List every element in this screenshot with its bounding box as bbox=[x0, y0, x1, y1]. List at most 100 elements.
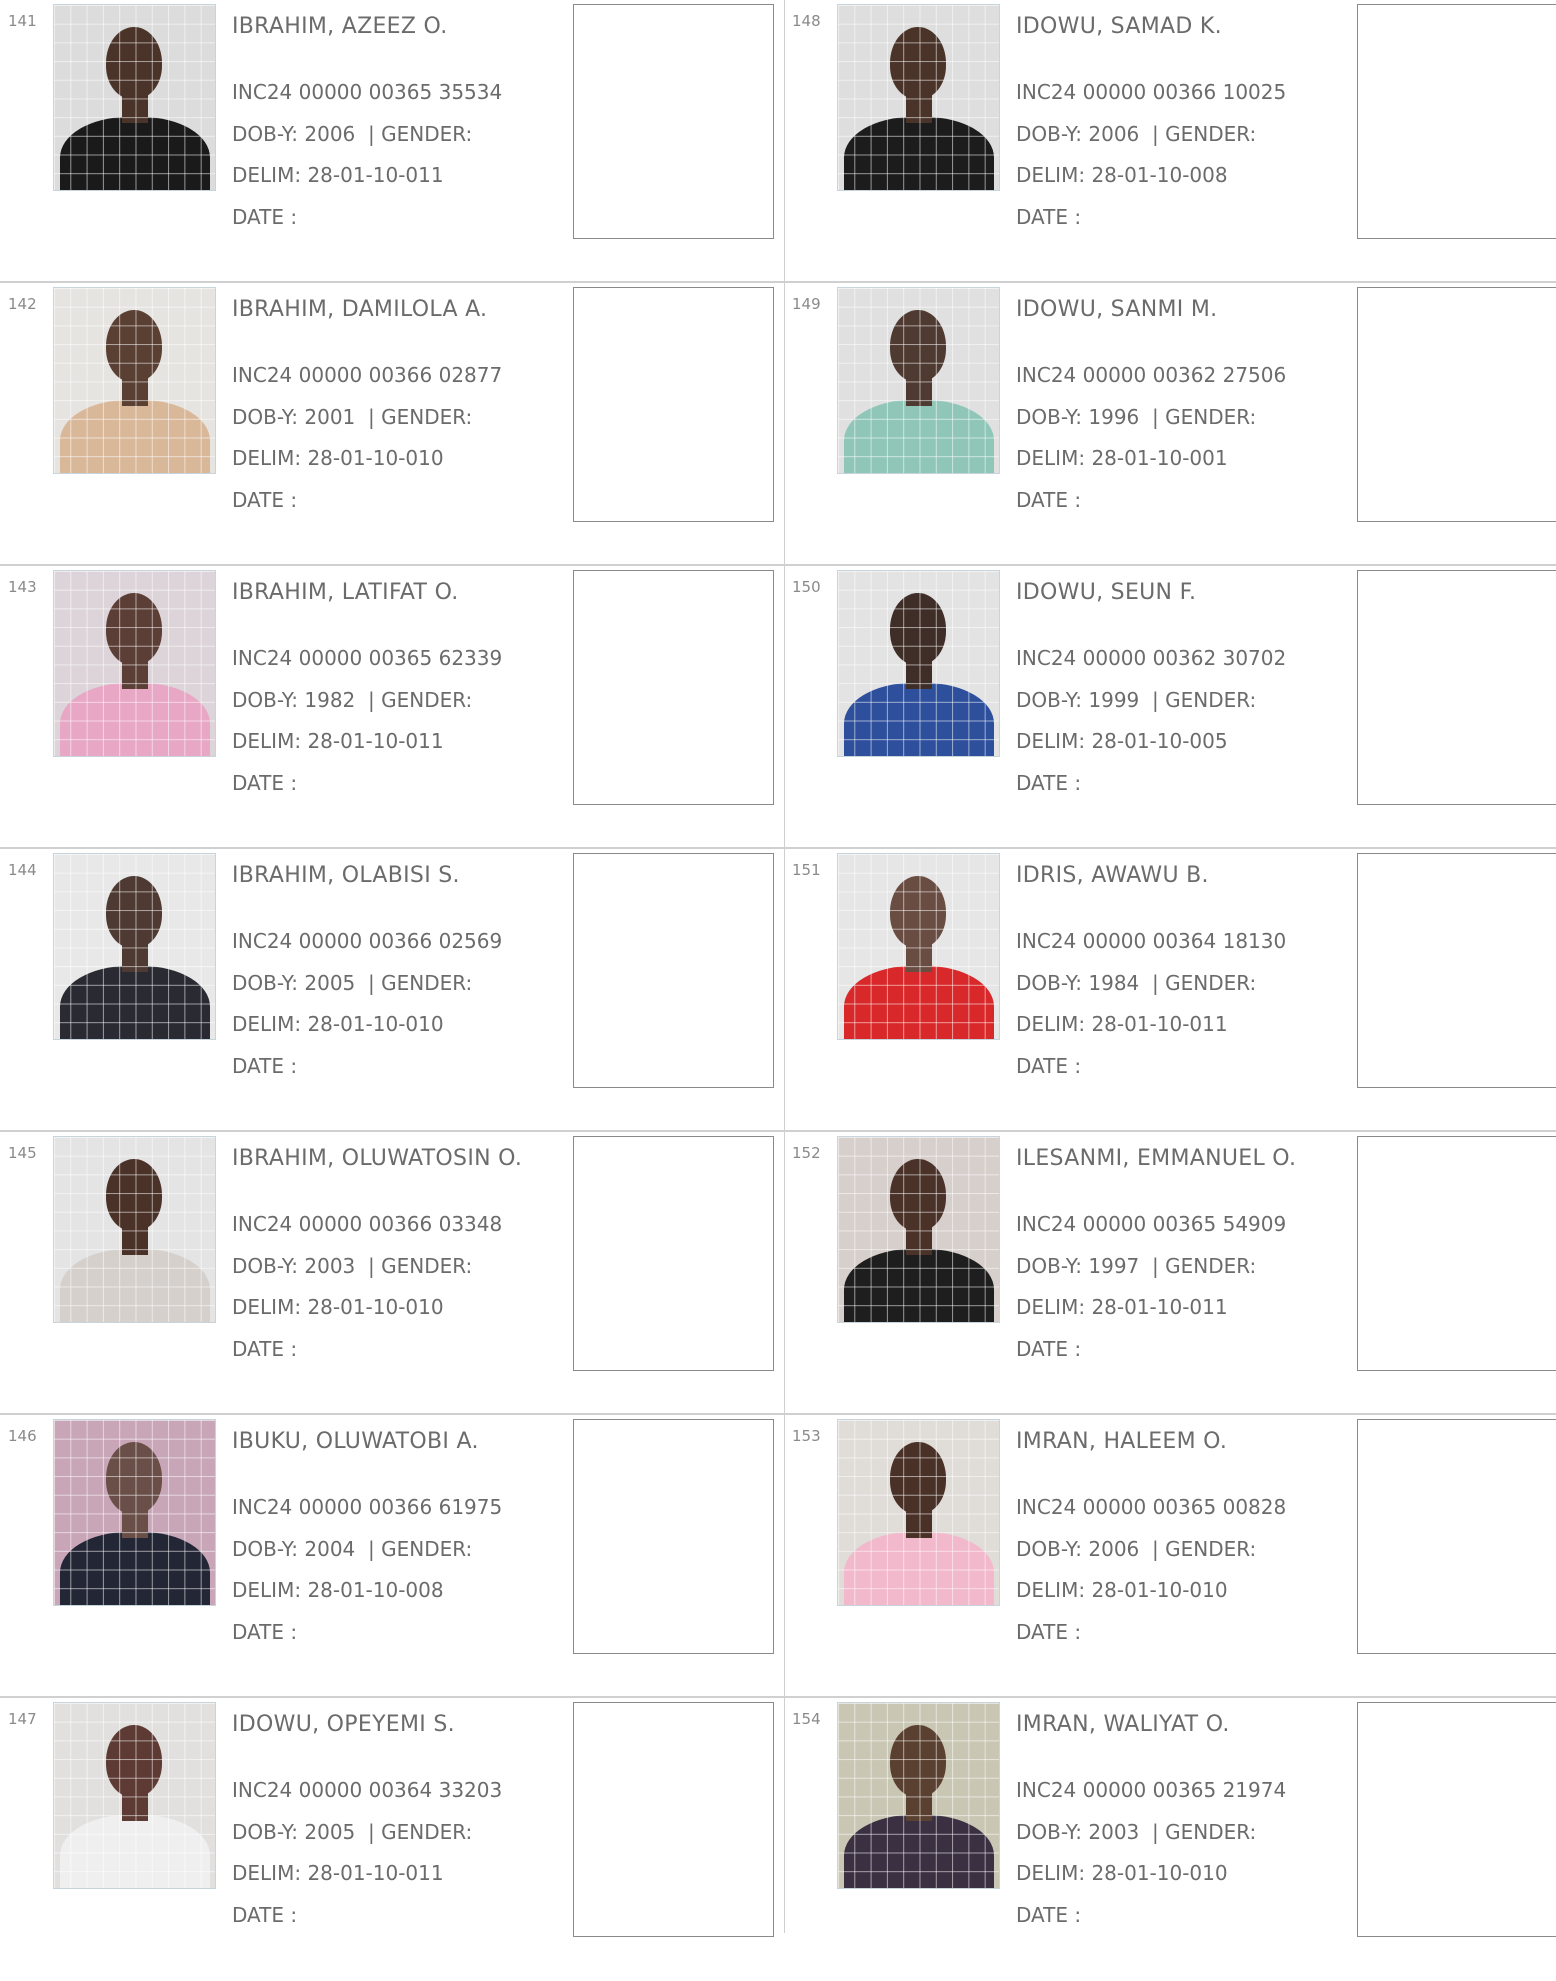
delim-value: 28-01-10-008 bbox=[307, 1578, 444, 1602]
record-card: 148 IDOWU, SAMAD K. INC24 00000 00366 10… bbox=[784, 0, 1556, 283]
record-id: INC24 00000 00365 35534 bbox=[232, 80, 503, 104]
record-photo bbox=[53, 1136, 216, 1323]
signature-box bbox=[573, 1136, 774, 1371]
record-date: DATE : bbox=[1016, 1903, 1082, 1927]
delim-label: DELIM: bbox=[1016, 446, 1086, 470]
dob-label: DOB-Y: bbox=[232, 122, 299, 146]
record-date: DATE : bbox=[232, 1054, 298, 1078]
record-id: INC24 00000 00366 02569 bbox=[232, 929, 503, 953]
delim-value: 28-01-10-010 bbox=[1091, 1578, 1228, 1602]
gender-label: | GENDER: bbox=[368, 688, 473, 712]
record-number: 150 bbox=[792, 578, 821, 596]
delim-value: 28-01-10-010 bbox=[307, 1012, 444, 1036]
record-number: 142 bbox=[8, 295, 37, 313]
record-number: 147 bbox=[8, 1710, 37, 1728]
record-card: 150 IDOWU, SEUN F. INC24 00000 00362 307… bbox=[784, 566, 1556, 849]
record-number: 154 bbox=[792, 1710, 821, 1728]
record-date: DATE : bbox=[232, 1620, 298, 1644]
record-photo bbox=[837, 1419, 1000, 1606]
dob-label: DOB-Y: bbox=[232, 1537, 299, 1561]
dob-label: DOB-Y: bbox=[1016, 1537, 1083, 1561]
delim-label: DELIM: bbox=[232, 1012, 302, 1036]
record-dob-gender: DOB-Y: 1997 | GENDER: bbox=[1016, 1254, 1256, 1278]
delim-value: 28-01-10-011 bbox=[307, 163, 444, 187]
record-delim: DELIM: 28-01-10-011 bbox=[232, 729, 444, 753]
record-dob-gender: DOB-Y: 2003 | GENDER: bbox=[232, 1254, 472, 1278]
record-number: 141 bbox=[8, 12, 37, 30]
record-delim: DELIM: 28-01-10-010 bbox=[1016, 1578, 1228, 1602]
record-photo bbox=[53, 853, 216, 1040]
signature-box bbox=[573, 1419, 774, 1654]
record-number: 143 bbox=[8, 578, 37, 596]
record-name: IMRAN, HALEEM O. bbox=[1016, 1429, 1228, 1454]
record-card: 151 IDRIS, AWAWU B. INC24 00000 00364 18… bbox=[784, 849, 1556, 1132]
dob-year: 2001 bbox=[304, 405, 356, 429]
record-delim: DELIM: 28-01-10-005 bbox=[1016, 729, 1228, 753]
record-date: DATE : bbox=[1016, 1337, 1082, 1361]
delim-label: DELIM: bbox=[1016, 1861, 1086, 1885]
dob-label: DOB-Y: bbox=[1016, 688, 1083, 712]
gender-label: | GENDER: bbox=[368, 122, 473, 146]
record-delim: DELIM: 28-01-10-010 bbox=[232, 1295, 444, 1319]
record-dob-gender: DOB-Y: 1982 | GENDER: bbox=[232, 688, 472, 712]
signature-box bbox=[573, 570, 774, 805]
record-number: 148 bbox=[792, 12, 821, 30]
record-number: 151 bbox=[792, 861, 821, 879]
record-name: IDRIS, AWAWU B. bbox=[1016, 863, 1209, 888]
record-dob-gender: DOB-Y: 1984 | GENDER: bbox=[1016, 971, 1256, 995]
record-name: IDOWU, SANMI M. bbox=[1016, 297, 1218, 322]
dob-year: 2006 bbox=[1088, 122, 1140, 146]
signature-box bbox=[1357, 1419, 1556, 1654]
dob-year: 2006 bbox=[304, 122, 356, 146]
dob-label: DOB-Y: bbox=[1016, 1820, 1083, 1844]
gender-label: | GENDER: bbox=[368, 1537, 473, 1561]
signature-box bbox=[1357, 4, 1556, 239]
record-photo bbox=[53, 1702, 216, 1889]
record-dob-gender: DOB-Y: 2006 | GENDER: bbox=[1016, 1537, 1256, 1561]
record-photo bbox=[53, 4, 216, 191]
record-delim: DELIM: 28-01-10-008 bbox=[232, 1578, 444, 1602]
delim-value: 28-01-10-011 bbox=[1091, 1295, 1228, 1319]
record-date: DATE : bbox=[232, 205, 298, 229]
dob-year: 2006 bbox=[1088, 1537, 1140, 1561]
record-name: IMRAN, WALIYAT O. bbox=[1016, 1712, 1230, 1737]
dob-year: 1997 bbox=[1088, 1254, 1140, 1278]
delim-label: DELIM: bbox=[232, 1295, 302, 1319]
signature-box bbox=[1357, 1702, 1556, 1937]
record-name: IBRAHIM, OLUWATOSIN O. bbox=[232, 1146, 523, 1171]
delim-label: DELIM: bbox=[1016, 1578, 1086, 1602]
record-photo bbox=[53, 1419, 216, 1606]
dob-year: 1999 bbox=[1088, 688, 1140, 712]
dob-label: DOB-Y: bbox=[232, 1254, 299, 1278]
record-dob-gender: DOB-Y: 1996 | GENDER: bbox=[1016, 405, 1256, 429]
record-id: INC24 00000 00365 21974 bbox=[1016, 1778, 1287, 1802]
delim-label: DELIM: bbox=[1016, 163, 1086, 187]
record-id: INC24 00000 00366 61975 bbox=[232, 1495, 503, 1519]
delim-label: DELIM: bbox=[1016, 1295, 1086, 1319]
dob-year: 1982 bbox=[304, 688, 356, 712]
record-name: IDOWU, SEUN F. bbox=[1016, 580, 1197, 605]
record-number: 153 bbox=[792, 1427, 821, 1445]
gender-label: | GENDER: bbox=[1152, 1537, 1257, 1561]
record-date: DATE : bbox=[232, 1903, 298, 1927]
dob-label: DOB-Y: bbox=[1016, 122, 1083, 146]
record-dob-gender: DOB-Y: 2003 | GENDER: bbox=[1016, 1820, 1256, 1844]
gender-label: | GENDER: bbox=[1152, 1254, 1257, 1278]
record-card: 142 IBRAHIM, DAMILOLA A. INC24 00000 003… bbox=[0, 283, 784, 566]
gender-label: | GENDER: bbox=[1152, 122, 1257, 146]
record-dob-gender: DOB-Y: 2005 | GENDER: bbox=[232, 971, 472, 995]
dob-label: DOB-Y: bbox=[232, 688, 299, 712]
record-delim: DELIM: 28-01-10-010 bbox=[1016, 1861, 1228, 1885]
record-dob-gender: DOB-Y: 2006 | GENDER: bbox=[1016, 122, 1256, 146]
record-id: INC24 00000 00366 02877 bbox=[232, 363, 503, 387]
delim-label: DELIM: bbox=[232, 729, 302, 753]
gender-label: | GENDER: bbox=[368, 405, 473, 429]
record-dob-gender: DOB-Y: 1999 | GENDER: bbox=[1016, 688, 1256, 712]
gender-label: | GENDER: bbox=[1152, 971, 1257, 995]
dob-label: DOB-Y: bbox=[1016, 1254, 1083, 1278]
record-card: 141 IBRAHIM, AZEEZ O. INC24 00000 00365 … bbox=[0, 0, 784, 283]
record-card: 154 IMRAN, WALIYAT O. INC24 00000 00365 … bbox=[784, 1698, 1556, 1981]
record-photo bbox=[837, 853, 1000, 1040]
record-id: INC24 00000 00365 00828 bbox=[1016, 1495, 1287, 1519]
delim-value: 28-01-10-011 bbox=[307, 729, 444, 753]
